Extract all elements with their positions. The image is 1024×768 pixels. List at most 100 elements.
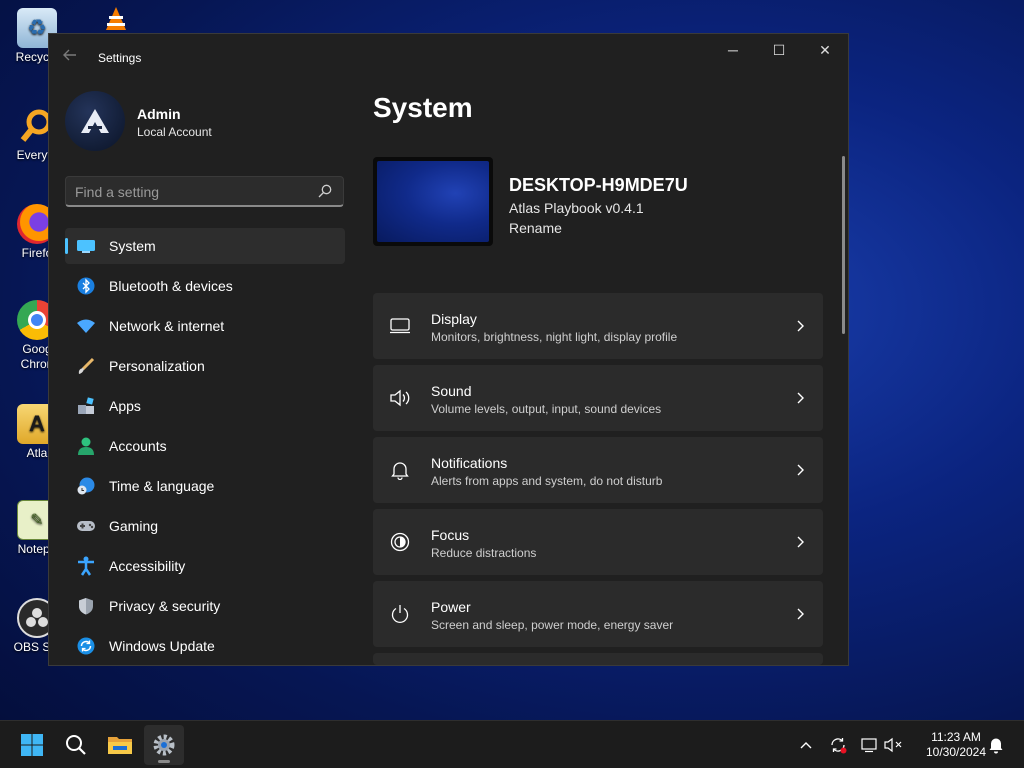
chevron-right-icon [797, 608, 804, 620]
notification-center-button[interactable] [986, 735, 1006, 755]
search-icon [66, 735, 86, 755]
sidebar-item-label: Bluetooth & devices [109, 278, 233, 294]
device-model: Atlas Playbook v0.4.1 [509, 200, 644, 216]
search-icon[interactable] [318, 184, 332, 198]
sidebar-item-windows-update[interactable]: Windows Update [65, 628, 345, 664]
volume-tray-button[interactable] [884, 735, 904, 755]
page-title: System [373, 92, 473, 123]
card-description: Monitors, brightness, night light, displ… [431, 330, 678, 344]
sidebar-item-label: Personalization [109, 358, 205, 374]
sidebar-item-accessibility[interactable]: Accessibility [65, 548, 345, 584]
profile-name: Admin [137, 106, 181, 122]
sidebar-item-label: Network & internet [109, 318, 225, 334]
back-button[interactable] [63, 48, 83, 68]
sidebar-item-label: Accessibility [109, 558, 186, 574]
rename-link[interactable]: Rename [509, 220, 562, 236]
sidebar-item-label: Privacy & security [109, 598, 221, 614]
app-title: Settings [98, 51, 142, 65]
card-sound[interactable]: Sound Volume levels, output, input, soun… [373, 365, 823, 431]
display-icon [390, 318, 410, 334]
search-box [65, 176, 344, 207]
sidebar-item-personalization[interactable]: Personalization [65, 348, 345, 384]
time-language-icon [76, 476, 96, 496]
card-title: Power [431, 599, 471, 615]
system-icon [76, 236, 96, 256]
atlas-logo-icon [81, 109, 109, 133]
chevron-right-icon [797, 320, 804, 332]
search-input[interactable] [75, 183, 305, 201]
windows-update-icon [76, 636, 96, 656]
network-icon [76, 316, 96, 336]
power-icon [391, 605, 409, 623]
desktop-icon-vlc[interactable] [96, 4, 136, 36]
minimize-button[interactable]: ─ [716, 42, 750, 62]
bluetooth-icon [76, 276, 96, 296]
profile-account-type: Local Account [137, 125, 212, 139]
settings-cards: Display Monitors, brightness, night ligh… [373, 293, 823, 665]
sync-tray-button[interactable] [828, 735, 848, 755]
card-description: Alerts from apps and system, do not dist… [431, 474, 663, 488]
chevron-right-icon [797, 464, 804, 476]
taskbar: 11:23 AM 10/30/2024 [0, 720, 1024, 768]
chevron-right-icon [797, 536, 804, 548]
network-status-icon [861, 738, 877, 753]
start-button[interactable] [12, 725, 52, 765]
apps-icon [76, 396, 96, 416]
card-power[interactable]: Power Screen and sleep, power mode, ener… [373, 581, 823, 647]
sidebar-item-label: Windows Update [109, 638, 215, 654]
sidebar-item-apps[interactable]: Apps [65, 388, 345, 424]
card-description: Screen and sleep, power mode, energy sav… [431, 618, 674, 632]
network-tray-button[interactable] [860, 735, 880, 755]
settings-window: Settings ─ ☐ ✕ Admin Local Account Syste… [48, 33, 849, 666]
scrollbar[interactable] [842, 156, 845, 334]
sidebar-item-gaming[interactable]: Gaming [65, 508, 345, 544]
card-partial[interactable] [373, 653, 823, 665]
chevron-up-icon [800, 742, 812, 749]
accessibility-icon [76, 556, 96, 576]
accounts-icon [76, 436, 96, 456]
sidebar-item-label: Accounts [109, 438, 167, 454]
sidebar-item-network[interactable]: Network & internet [65, 308, 345, 344]
speaker-muted-icon [884, 737, 902, 753]
file-explorer-button[interactable] [100, 725, 140, 765]
shield-icon [76, 596, 96, 616]
card-description: Reduce distractions [431, 546, 537, 560]
focus-icon [390, 532, 410, 552]
card-description: Volume levels, output, input, sound devi… [431, 402, 662, 416]
taskbar-search-button[interactable] [56, 725, 96, 765]
brush-icon [76, 356, 96, 376]
file-explorer-icon [108, 737, 132, 754]
card-display[interactable]: Display Monitors, brightness, night ligh… [373, 293, 823, 359]
sidebar-nav: System Bluetooth & devices Network & int… [65, 228, 345, 665]
show-hidden-icons-button[interactable] [796, 735, 816, 755]
back-arrow-icon [63, 49, 76, 61]
speaker-icon [390, 389, 410, 407]
sidebar-item-label: Time & language [109, 478, 215, 494]
settings-taskbar-button[interactable] [144, 725, 184, 765]
sidebar-item-system[interactable]: System [65, 228, 345, 264]
maximize-button[interactable]: ☐ [762, 42, 796, 62]
card-notifications[interactable]: Notifications Alerts from apps and syste… [373, 437, 823, 503]
bell-icon [391, 462, 409, 480]
card-title: Display [431, 311, 477, 327]
sidebar-item-time-language[interactable]: Time & language [65, 468, 345, 504]
sidebar-item-privacy-security[interactable]: Privacy & security [65, 588, 345, 624]
device-name: DESKTOP-H9MDE7U [509, 175, 688, 195]
notification-bell-icon [989, 738, 1003, 754]
card-title: Focus [431, 527, 470, 543]
sidebar-item-accounts[interactable]: Accounts [65, 428, 345, 464]
sidebar-item-label: System [109, 238, 156, 254]
device-wallpaper-thumbnail [373, 157, 493, 246]
start-icon [21, 734, 43, 756]
card-focus[interactable]: Focus Reduce distractions [373, 509, 823, 575]
sidebar-item-bluetooth[interactable]: Bluetooth & devices [65, 268, 345, 304]
card-title: Notifications [431, 455, 508, 471]
sidebar-item-label: Apps [109, 398, 141, 414]
avatar[interactable] [65, 91, 125, 151]
close-button[interactable]: ✕ [808, 42, 842, 62]
card-title: Sound [431, 383, 472, 399]
sidebar-item-label: Gaming [109, 518, 159, 534]
vlc-icon [102, 4, 130, 34]
title-bar[interactable]: Settings ─ ☐ ✕ [49, 34, 848, 82]
settings-icon [153, 734, 175, 756]
